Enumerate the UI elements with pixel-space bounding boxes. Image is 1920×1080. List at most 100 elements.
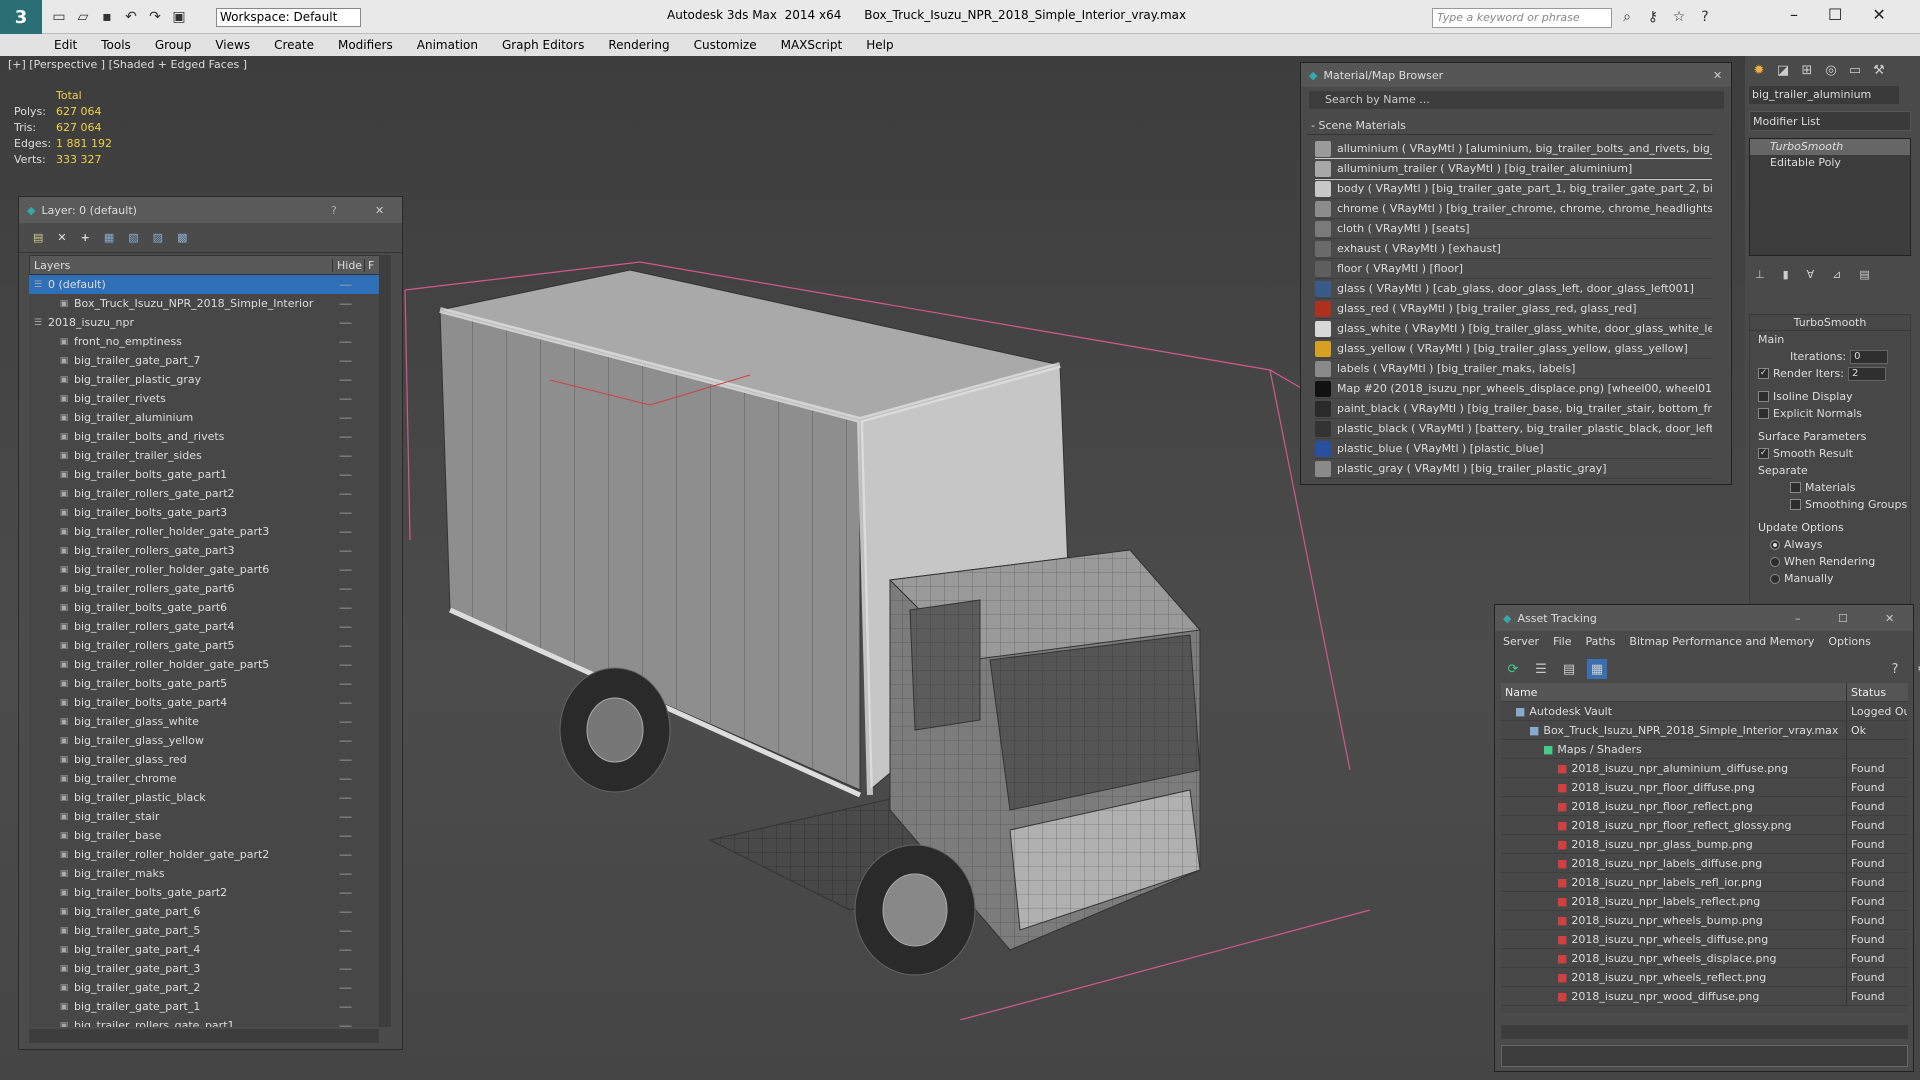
- display-tab-icon[interactable]: ▭: [1845, 60, 1865, 80]
- project-folder-icon[interactable]: ▣: [170, 8, 188, 26]
- rollout-title[interactable]: TurboSmooth: [1750, 315, 1910, 331]
- material-row[interactable]: glass ( VRayMtl ) [cab_glass, door_glass…: [1315, 279, 1712, 299]
- material-row[interactable]: Map #20 (2018_isuzu_npr_wheels_displace.…: [1315, 379, 1712, 399]
- layer-object-row[interactable]: ▣ big_trailer_bolts_gate_part1 ‒‒: [29, 465, 379, 484]
- material-row[interactable]: labels ( VRayMtl ) [big_trailer_maks, la…: [1315, 359, 1712, 379]
- asset-close-icon[interactable]: ✕: [1885, 612, 1894, 625]
- material-row[interactable]: plastic_black ( VRayMtl ) [battery, big_…: [1315, 419, 1712, 439]
- asset-tracking-titlebar[interactable]: ◆ Asset Tracking – ☐ ✕: [1495, 605, 1913, 631]
- menu-tools[interactable]: Tools: [89, 38, 143, 52]
- asset-row[interactable]: ■ 2018_isuzu_npr_wood_diffuse.png Found: [1501, 987, 1908, 1006]
- pin-stack-icon[interactable]: ⊥: [1755, 268, 1765, 281]
- layer-hide-toggle[interactable]: ‒‒: [339, 750, 352, 769]
- layer-hide-toggle[interactable]: ‒‒: [339, 845, 352, 864]
- menu-edit[interactable]: Edit: [42, 38, 89, 52]
- layer-hide-toggle[interactable]: ‒‒: [339, 978, 352, 997]
- create-layer-icon[interactable]: ▤: [33, 231, 43, 244]
- asset-row[interactable]: ■ Maps / Shaders: [1501, 740, 1908, 759]
- update-always-radio[interactable]: [1770, 539, 1780, 550]
- layer-object-row[interactable]: ▣ big_trailer_aluminium ‒‒: [29, 408, 379, 427]
- layer-object-row[interactable]: ▣ big_trailer_stair ‒‒: [29, 807, 379, 826]
- menu-rendering[interactable]: Rendering: [596, 38, 681, 52]
- isoline-checkbox[interactable]: [1758, 391, 1769, 402]
- layer-hide-toggle[interactable]: ‒‒: [339, 446, 352, 465]
- layer-hide-toggle[interactable]: ‒‒: [339, 1016, 352, 1027]
- layer-object-row[interactable]: ▣ big_trailer_plastic_gray ‒‒: [29, 370, 379, 389]
- modify-tab-icon[interactable]: ◪: [1773, 60, 1793, 80]
- key-icon[interactable]: ⚷: [1644, 8, 1662, 26]
- layer-hide-toggle[interactable]: ‒‒: [339, 313, 352, 332]
- asset-row[interactable]: ■Autodesk Vault Logged Out: [1501, 702, 1908, 721]
- remove-modifier-icon[interactable]: ⊿: [1832, 268, 1841, 281]
- help-icon[interactable]: ?: [1696, 8, 1714, 26]
- delete-layer-icon[interactable]: ✕: [57, 231, 66, 244]
- layer-object-row[interactable]: ▣ big_trailer_rollers_gate_part6 ‒‒: [29, 579, 379, 598]
- freeze-column[interactable]: F: [364, 258, 374, 272]
- layer-object-row[interactable]: ▣ big_trailer_glass_red ‒‒: [29, 750, 379, 769]
- asset-row[interactable]: ■ 2018_isuzu_npr_floor_diffuse.png Found: [1501, 778, 1908, 797]
- open-file-icon[interactable]: ▱: [74, 8, 92, 26]
- layer-hide-toggle[interactable]: ‒‒: [339, 997, 352, 1016]
- material-row[interactable]: cloth ( VRayMtl ) [seats]: [1315, 219, 1712, 239]
- menu-group[interactable]: Group: [143, 38, 204, 52]
- truck-wireframe-model[interactable]: [370, 250, 1460, 1020]
- menu-modifiers[interactable]: Modifiers: [326, 38, 405, 52]
- layer-panel-help-icon[interactable]: ?: [331, 204, 337, 217]
- freeze-all-icon[interactable]: ▩: [177, 231, 187, 244]
- layer-object-row[interactable]: ▣ big_trailer_gate_part_2 ‒‒: [29, 978, 379, 997]
- menu-create[interactable]: Create: [262, 38, 326, 52]
- layer-object-row[interactable]: ▣ big_trailer_bolts_gate_part5 ‒‒: [29, 674, 379, 693]
- layer-object-row[interactable]: ▣ big_trailer_gate_part_6 ‒‒: [29, 902, 379, 921]
- layer-object-row[interactable]: ▣ big_trailer_maks ‒‒: [29, 864, 379, 883]
- layer-hide-toggle[interactable]: ‒‒: [339, 655, 352, 674]
- layer-object-row[interactable]: ▣ big_trailer_glass_white ‒‒: [29, 712, 379, 731]
- menu-help[interactable]: Help: [854, 38, 905, 52]
- update-manually-radio[interactable]: [1770, 573, 1780, 584]
- favorites-star-icon[interactable]: ☆: [1670, 8, 1688, 26]
- asset-horizontal-scrollbar[interactable]: [1501, 1025, 1908, 1039]
- maximize-icon[interactable]: ☐: [1828, 5, 1842, 24]
- refresh-icon[interactable]: ⟳: [1503, 659, 1523, 679]
- hide-column[interactable]: Hide: [332, 258, 364, 272]
- layer-hide-toggle[interactable]: ‒‒: [339, 731, 352, 750]
- material-row[interactable]: body ( VRayMtl ) [big_trailer_gate_part_…: [1315, 179, 1712, 199]
- render-iters-checkbox[interactable]: ✓: [1758, 368, 1769, 379]
- layer-object-row[interactable]: ▣ big_trailer_chrome ‒‒: [29, 769, 379, 788]
- layer-object-row[interactable]: ▣ big_trailer_roller_holder_gate_part3 ‒‒: [29, 522, 379, 541]
- motion-tab-icon[interactable]: ◎: [1821, 60, 1841, 80]
- material-row[interactable]: plastic_gray ( VRayMtl ) [big_trailer_pl…: [1315, 459, 1712, 479]
- create-tab-icon[interactable]: ✹: [1749, 60, 1769, 80]
- object-name-field[interactable]: big_trailer_aluminium: [1749, 86, 1899, 104]
- menu-customize[interactable]: Customize: [682, 38, 769, 52]
- workspace-dropdown[interactable]: Workspace: Default: [216, 8, 361, 27]
- binoculars-icon[interactable]: ⌕: [1618, 8, 1636, 26]
- layer-hide-toggle[interactable]: ‒‒: [339, 294, 352, 313]
- undo-icon[interactable]: ↶: [122, 8, 140, 26]
- layer-hide-toggle[interactable]: ‒‒: [339, 693, 352, 712]
- layer-hide-toggle[interactable]: ‒‒: [339, 712, 352, 731]
- select-objects-icon[interactable]: ▦: [104, 231, 114, 244]
- layer-object-row[interactable]: ▣ big_trailer_bolts_and_rivets ‒‒: [29, 427, 379, 446]
- material-row[interactable]: alluminium ( VRayMtl ) [aluminium, big_t…: [1315, 139, 1712, 159]
- layer-hide-toggle[interactable]: ‒‒: [339, 883, 352, 902]
- layer-object-row[interactable]: ▣ front_no_emptiness ‒‒: [29, 332, 379, 351]
- menu-maxscript[interactable]: MAXScript: [769, 38, 855, 52]
- menu-animation[interactable]: Animation: [405, 38, 490, 52]
- layer-object-row[interactable]: ▣ big_trailer_gate_part_3 ‒‒: [29, 959, 379, 978]
- layer-object-row[interactable]: ▣ big_trailer_rivets ‒‒: [29, 389, 379, 408]
- menu-views[interactable]: Views: [203, 38, 262, 52]
- new-file-icon[interactable]: ▭: [50, 8, 68, 26]
- viewport-label[interactable]: [+] [Perspective ] [Shaded + Edged Faces…: [8, 58, 247, 71]
- layer-hide-toggle[interactable]: ‒‒: [339, 617, 352, 636]
- layer-row[interactable]: ☰ 0 (default) ‒‒: [29, 275, 379, 294]
- name-column[interactable]: Name: [1501, 683, 1847, 701]
- material-row[interactable]: glass_white ( VRayMtl ) [big_trailer_gla…: [1315, 319, 1712, 339]
- asset-row[interactable]: ■ 2018_isuzu_npr_glass_bump.png Found: [1501, 835, 1908, 854]
- layer-object-row[interactable]: ▣ big_trailer_bolts_gate_part6 ‒‒: [29, 598, 379, 617]
- smooth-result-checkbox[interactable]: ✓: [1758, 448, 1769, 459]
- layer-hide-toggle[interactable]: ‒‒: [339, 636, 352, 655]
- asset-row[interactable]: ■ 2018_isuzu_npr_labels_refl_ior.png Found: [1501, 873, 1908, 892]
- layer-hide-toggle[interactable]: ‒‒: [339, 465, 352, 484]
- update-rendering-radio[interactable]: [1770, 556, 1780, 567]
- asset-settings-icon[interactable]: ⚙: [1913, 659, 1920, 679]
